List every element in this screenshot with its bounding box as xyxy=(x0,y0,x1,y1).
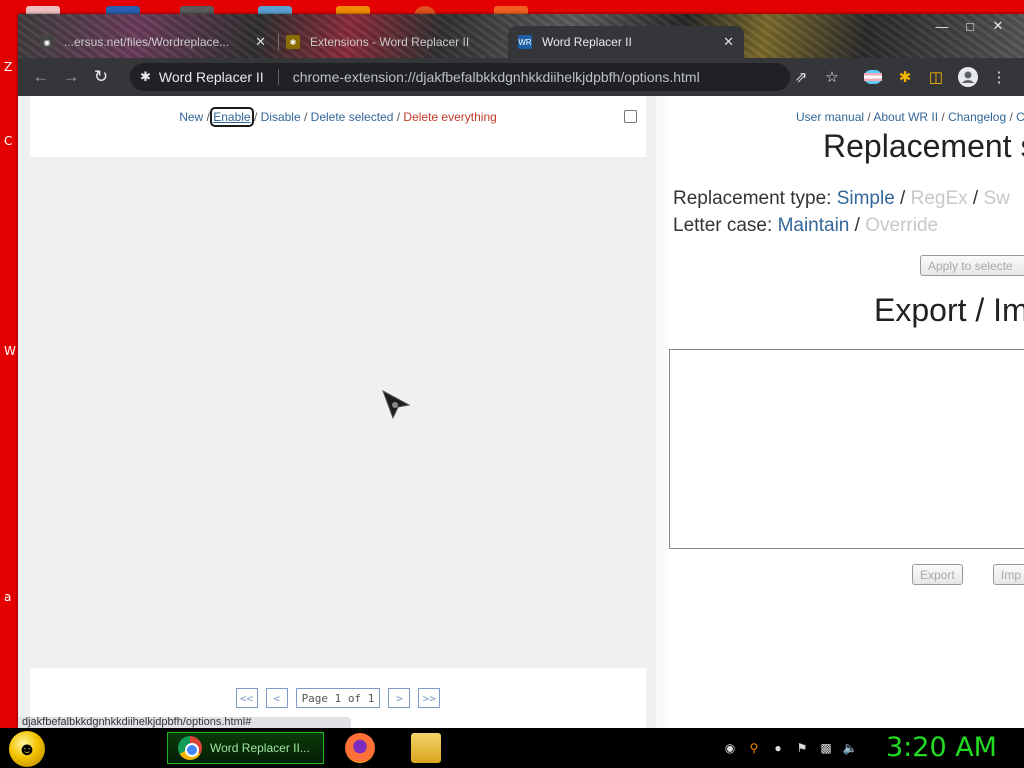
replacement-type-row: Replacement type: Simple / RegEx / Sw xyxy=(673,188,1010,209)
letter-case-label: Letter case: xyxy=(673,215,773,236)
close-window-icon[interactable]: ✕ xyxy=(984,16,1012,36)
browser-toolbar: ← → ↻ ✱ Word Replacer II chrome-extensio… xyxy=(18,58,1024,96)
disable-link[interactable]: Disable xyxy=(261,110,301,124)
url-text[interactable]: chrome-extension://djakfbefalbkkdgnhkkdi… xyxy=(293,69,700,85)
select-all-checkbox[interactable] xyxy=(624,110,637,123)
new-link[interactable]: New xyxy=(179,110,203,124)
pagination: << < Page 1 of 1 > >> xyxy=(30,688,646,708)
address-bar[interactable]: ✱ Word Replacer II chrome-extension://dj… xyxy=(130,63,790,91)
back-arrow-icon[interactable]: ← xyxy=(26,62,56,92)
panel-divider xyxy=(656,96,668,728)
site-name: Word Replacer II xyxy=(158,69,264,85)
override-option[interactable]: Override xyxy=(865,215,938,236)
folder-icon[interactable] xyxy=(411,733,441,763)
sw-option[interactable]: Sw xyxy=(984,188,1010,209)
page-indicator: Page 1 of 1 xyxy=(295,688,381,708)
rules-list-header: New / Enable / Disable / Delete selected… xyxy=(30,96,646,157)
taskbar-chrome-label: Word Replacer II... xyxy=(210,741,310,755)
tab-favicon-icon: ◉ xyxy=(40,35,54,49)
action-separator: / xyxy=(393,110,404,124)
tab-title: Extensions - Word Replacer II xyxy=(310,35,470,49)
omnibox-divider xyxy=(277,69,279,85)
replacement-type-label: Replacement type: xyxy=(673,188,832,209)
tray-search-icon[interactable]: ⚲ xyxy=(746,740,762,756)
browser-window: ◉ ...ersus.net/files/Wordreplace... ✕ ✱ … xyxy=(18,14,1024,728)
tab-title: Word Replacer II xyxy=(542,35,632,49)
first-page-button[interactable]: << xyxy=(235,688,258,708)
minimize-icon[interactable]: — xyxy=(928,16,956,36)
close-tab-icon[interactable]: ✕ xyxy=(255,34,266,50)
desktop-label: Z xyxy=(4,60,13,74)
list-actions: New / Enable / Disable / Delete selected… xyxy=(30,107,646,127)
profile-avatar-icon[interactable] xyxy=(957,66,979,88)
tab-word-replacer[interactable]: WR Word Replacer II ✕ xyxy=(508,26,744,58)
taskbar-clock[interactable]: 3:20 AM xyxy=(886,732,997,763)
tab-strip: ◉ ...ersus.net/files/Wordreplace... ✕ ✱ … xyxy=(18,14,1024,58)
replacement-settings-heading: Replacement s xyxy=(823,128,1024,164)
trans-flag-icon[interactable] xyxy=(862,66,884,88)
tab-extensions[interactable]: ✱ Extensions - Word Replacer II xyxy=(276,26,506,58)
desktop-label: W xyxy=(4,344,16,358)
tray-disc-icon[interactable]: ◉ xyxy=(722,740,738,756)
help-links: User manual / About WR II / Changelog / … xyxy=(796,110,1024,124)
mouse-cursor-icon xyxy=(382,390,411,420)
user-manual-link[interactable]: User manual xyxy=(796,110,864,124)
delete-selected-link[interactable]: Delete selected xyxy=(311,110,394,124)
desktop-label: C xyxy=(4,134,13,148)
export-import-heading: Export / Im xyxy=(874,292,1024,328)
next-page-button[interactable]: > xyxy=(388,688,411,708)
taskbar: ☻ Word Replacer II... ◉ ⚲ ● ⚑ ▩ 🔈 3:20 A… xyxy=(0,728,1024,768)
options-page: New / Enable / Disable / Delete selected… xyxy=(18,96,1024,728)
changelog-link[interactable]: Changelog xyxy=(948,110,1006,124)
truncated-link[interactable]: C xyxy=(1016,110,1024,124)
puzzle-icon: ✱ xyxy=(140,69,151,84)
tray-chat-icon[interactable]: ● xyxy=(770,740,786,756)
maintain-option[interactable]: Maintain xyxy=(778,215,850,236)
wr-favicon-icon: WR xyxy=(518,35,532,49)
tab-wordreplace-files[interactable]: ◉ ...ersus.net/files/Wordreplace... ✕ xyxy=(30,26,276,58)
action-separator: / xyxy=(300,110,311,124)
export-import-textarea[interactable] xyxy=(669,349,1024,549)
action-separator: / xyxy=(203,110,214,124)
status-bar-url: djakfbefalbkkdgnhkkdiihelkjdpbfh/options… xyxy=(18,717,351,728)
tray-flag-icon[interactable]: ⚑ xyxy=(794,740,810,756)
bookmark-star-icon[interactable]: ☆ xyxy=(821,66,843,88)
apply-to-selected-button[interactable]: Apply to selecte xyxy=(920,255,1024,276)
letter-case-row: Letter case: Maintain / Override xyxy=(673,215,939,236)
action-separator: / xyxy=(250,110,261,124)
side-panel-icon[interactable]: ◫ xyxy=(925,66,947,88)
firefox-icon[interactable] xyxy=(345,733,375,763)
desktop-label: a xyxy=(4,590,12,604)
export-button[interactable]: Export xyxy=(912,564,963,585)
delete-everything-link[interactable]: Delete everything xyxy=(403,110,496,124)
tray-network-icon[interactable]: ▩ xyxy=(818,740,834,756)
maximize-icon[interactable]: □ xyxy=(956,16,984,36)
extensions-puzzle-icon[interactable]: ✱ xyxy=(894,66,916,88)
tab-title: ...ersus.net/files/Wordreplace... xyxy=(64,35,230,49)
about-link[interactable]: About WR II xyxy=(873,110,938,124)
settings-panel: User manual / About WR II / Changelog / … xyxy=(668,96,1024,728)
close-tab-icon[interactable]: ✕ xyxy=(723,34,734,50)
reload-icon[interactable]: ↻ xyxy=(86,62,116,92)
puzzle-icon: ✱ xyxy=(286,35,300,49)
simple-option[interactable]: Simple xyxy=(837,188,895,209)
enable-link[interactable]: Enable xyxy=(210,107,254,127)
share-icon[interactable]: ⇗ xyxy=(790,66,812,88)
chrome-icon xyxy=(178,736,202,760)
last-page-button[interactable]: >> xyxy=(418,688,441,708)
menu-kebab-icon[interactable]: ⋮ xyxy=(988,66,1010,88)
import-button[interactable]: Imp xyxy=(993,564,1024,585)
start-smiley-icon[interactable]: ☻ xyxy=(9,731,45,767)
prev-page-button[interactable]: < xyxy=(265,688,288,708)
taskbar-chrome-button[interactable]: Word Replacer II... xyxy=(167,732,324,764)
tray-volume-icon[interactable]: 🔈 xyxy=(842,740,858,756)
regex-option[interactable]: RegEx xyxy=(911,188,968,209)
forward-arrow-icon[interactable]: → xyxy=(56,62,86,92)
